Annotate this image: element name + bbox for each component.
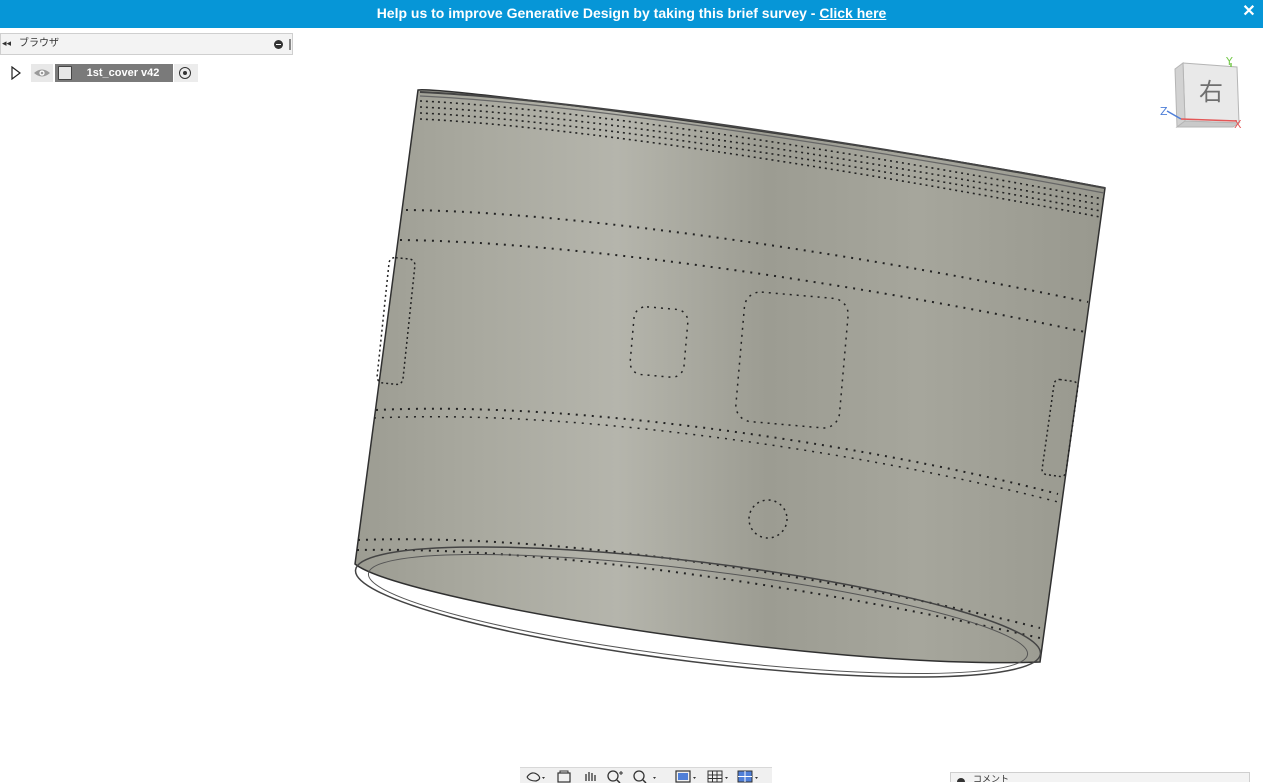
orbit-icon[interactable] bbox=[524, 769, 548, 783]
banner-message: Help us to improve Generative Design by … bbox=[376, 5, 820, 21]
z-axis-label: Z bbox=[1160, 105, 1168, 118]
browser-panel-header: ◂◂ ブラウザ bbox=[0, 33, 293, 55]
minus-icon[interactable] bbox=[274, 40, 283, 49]
component-name: 1st_cover v42 bbox=[86, 67, 160, 79]
panel-grip-icon[interactable] bbox=[289, 39, 291, 50]
zoom-window-icon[interactable] bbox=[632, 769, 660, 783]
grid-icon[interactable] bbox=[706, 769, 732, 783]
visibility-toggle[interactable] bbox=[31, 64, 53, 82]
survey-banner: Help us to improve Generative Design by … bbox=[0, 0, 1263, 28]
component-node[interactable]: 1st_cover v42 bbox=[55, 64, 173, 82]
rewind-icon[interactable]: ◂◂ bbox=[2, 34, 11, 54]
comments-panel[interactable]: コメント bbox=[950, 772, 1250, 782]
survey-link[interactable]: Click here bbox=[819, 5, 886, 21]
add-comment-icon[interactable] bbox=[957, 778, 965, 782]
look-at-icon[interactable] bbox=[556, 769, 572, 783]
activate-radio-icon[interactable] bbox=[174, 64, 198, 82]
viewport-icon[interactable] bbox=[736, 769, 762, 783]
eye-icon bbox=[34, 69, 50, 77]
pan-icon[interactable] bbox=[582, 769, 598, 783]
comments-label: コメント bbox=[973, 775, 1010, 782]
y-axis-label: Y bbox=[1225, 55, 1233, 68]
display-settings-icon[interactable] bbox=[674, 769, 700, 783]
model-viewport[interactable] bbox=[340, 80, 1120, 680]
cover-body bbox=[354, 89, 1106, 678]
close-icon[interactable]: ✕ bbox=[1241, 0, 1257, 26]
x-axis-label: X bbox=[1234, 118, 1242, 131]
browser-tree-row[interactable]: 1st_cover v42 bbox=[0, 63, 200, 83]
browser-title: ブラウザ bbox=[19, 38, 59, 49]
component-icon bbox=[58, 66, 72, 80]
zoom-icon[interactable] bbox=[606, 769, 626, 783]
viewcube[interactable]: 右 Z X Y bbox=[1155, 55, 1250, 135]
expand-arrow-icon[interactable] bbox=[10, 66, 22, 80]
navigation-toolbar bbox=[520, 767, 772, 783]
viewcube-face-label: 右 bbox=[1199, 78, 1223, 106]
